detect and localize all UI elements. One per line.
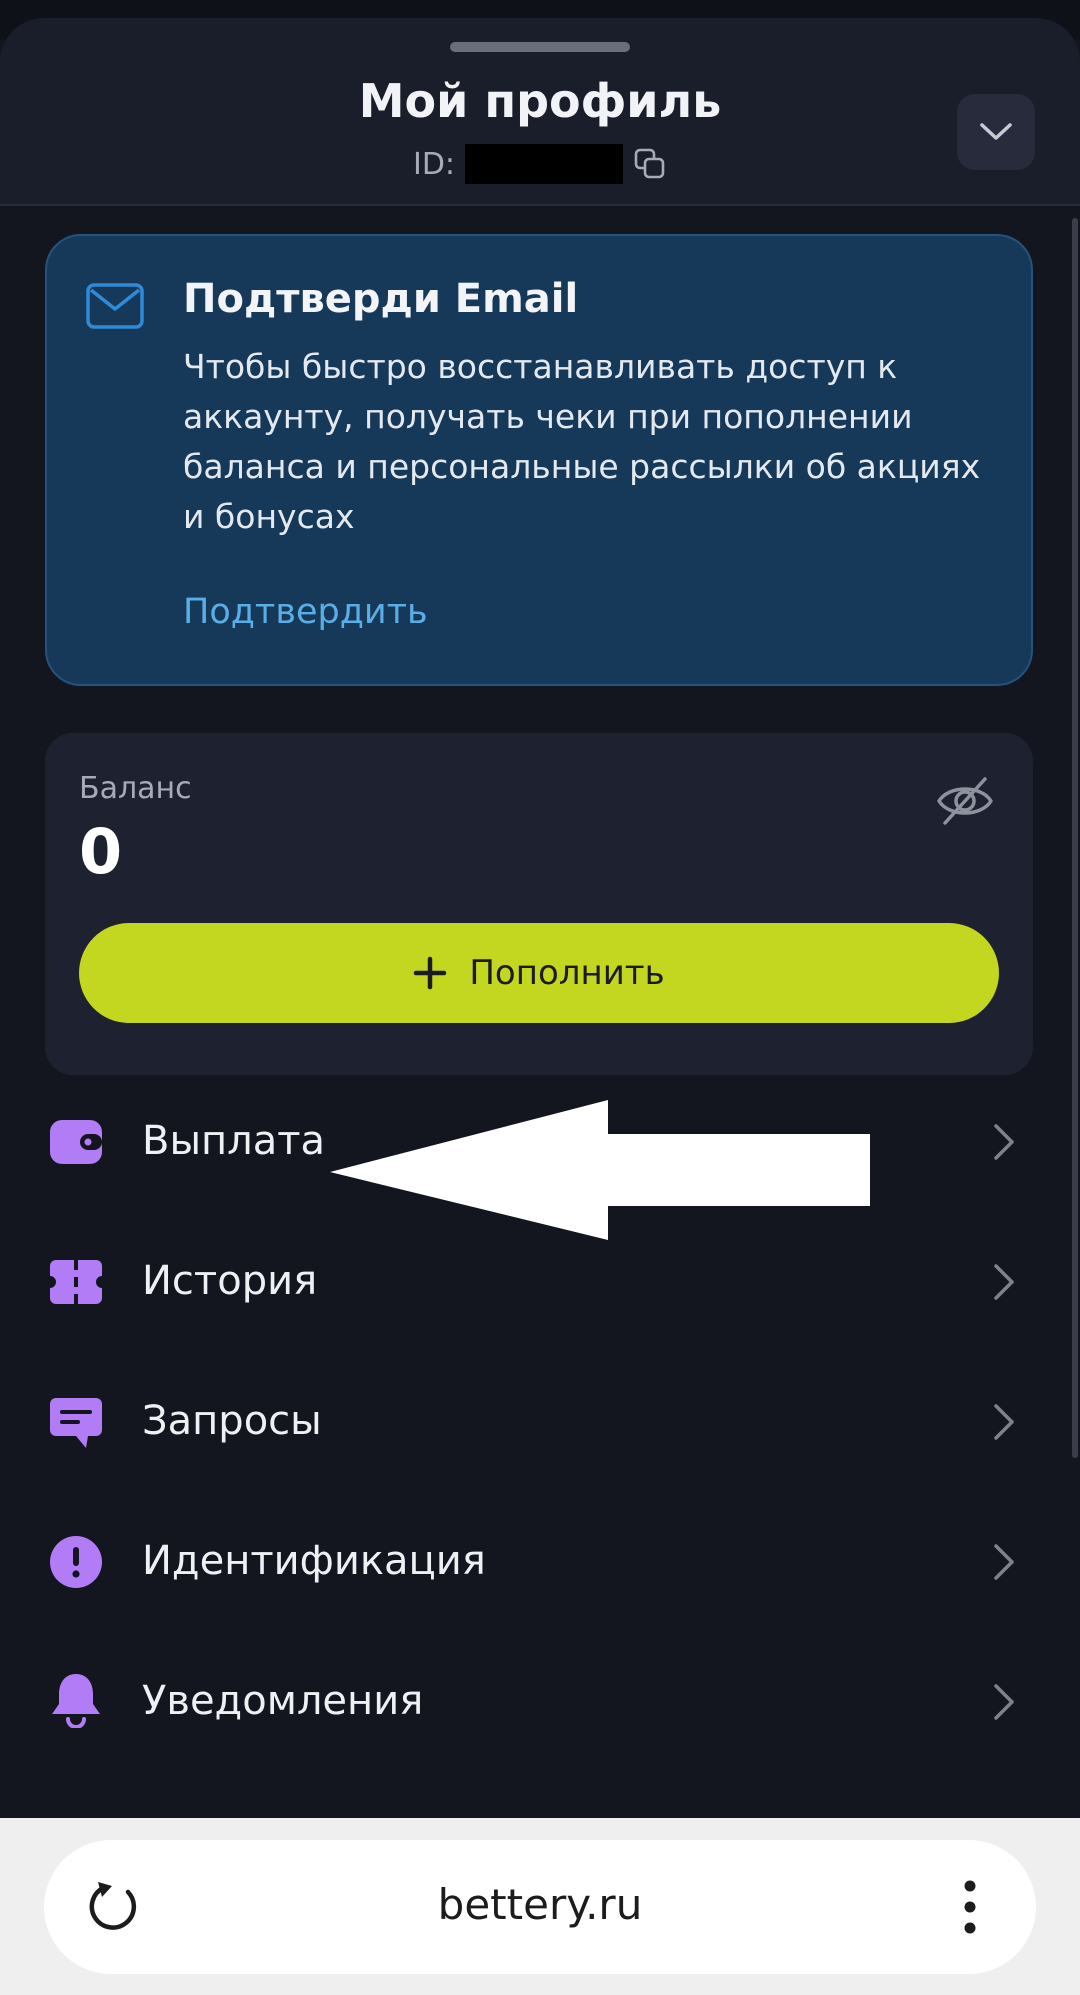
id-value-redacted: [465, 144, 624, 184]
annotation-arrow: [330, 1100, 870, 1240]
url-bar[interactable]: bettery.ru: [44, 1840, 1036, 1974]
chat-icon: [50, 1398, 102, 1448]
collapse-button[interactable]: [957, 94, 1035, 170]
menu-label-history: История: [142, 1258, 318, 1304]
plus-icon: [414, 956, 447, 990]
chevron-right-icon: [994, 1404, 1014, 1440]
topup-button[interactable]: Пополнить: [79, 923, 999, 1023]
menu-label-identification: Идентификация: [142, 1538, 486, 1584]
balance-label: Баланс: [79, 771, 192, 806]
page-title: Мой профиль: [358, 74, 722, 128]
confirm-email-card: Подтверди Email Чтобы быстро восстанавли…: [45, 234, 1033, 686]
menu-item-identification[interactable]: Идентификация: [0, 1490, 1080, 1630]
topup-label: Пополнить: [469, 953, 665, 993]
email-card-text: Чтобы быстро восстанавливать доступ к ак…: [183, 347, 981, 536]
menu-item-notifications[interactable]: Уведомления: [0, 1630, 1080, 1770]
menu-label-notifications: Уведомления: [142, 1678, 424, 1724]
drag-handle[interactable]: [450, 42, 630, 52]
eye-off-icon[interactable]: [935, 775, 995, 827]
bell-icon: [52, 1674, 100, 1728]
menu-item-requests[interactable]: Запросы: [0, 1350, 1080, 1490]
more-vertical-icon[interactable]: [962, 1878, 978, 1936]
menu-label-payout: Выплата: [142, 1118, 326, 1164]
balance-value: 0: [79, 815, 123, 888]
chevron-right-icon: [994, 1124, 1014, 1160]
id-row: ID:: [0, 144, 1080, 184]
copy-icon[interactable]: [633, 147, 667, 181]
id-label: ID:: [412, 146, 456, 182]
browser-bottom-bar: bettery.ru: [0, 1818, 1080, 1995]
sheet-header: Мой профиль ID:: [0, 18, 1080, 206]
chevron-right-icon: [994, 1264, 1014, 1300]
wallet-icon: [50, 1120, 102, 1164]
ticket-icon: [50, 1260, 102, 1304]
alert-icon: [50, 1536, 102, 1588]
url-text: bettery.ru: [437, 1880, 643, 1929]
chevron-down-icon: [980, 123, 1012, 140]
email-card-title: Подтверди Email: [183, 276, 579, 322]
mail-icon: [86, 283, 144, 329]
confirm-email-link[interactable]: Подтвердить: [183, 592, 428, 632]
balance-card: Баланс 0 Пополнить: [45, 733, 1033, 1075]
chevron-right-icon: [994, 1544, 1014, 1580]
menu-label-requests: Запросы: [142, 1398, 322, 1444]
screen: Мой профиль ID: Подтверди Email Чтобы бы…: [0, 0, 1080, 1995]
chevron-right-icon: [994, 1684, 1014, 1720]
